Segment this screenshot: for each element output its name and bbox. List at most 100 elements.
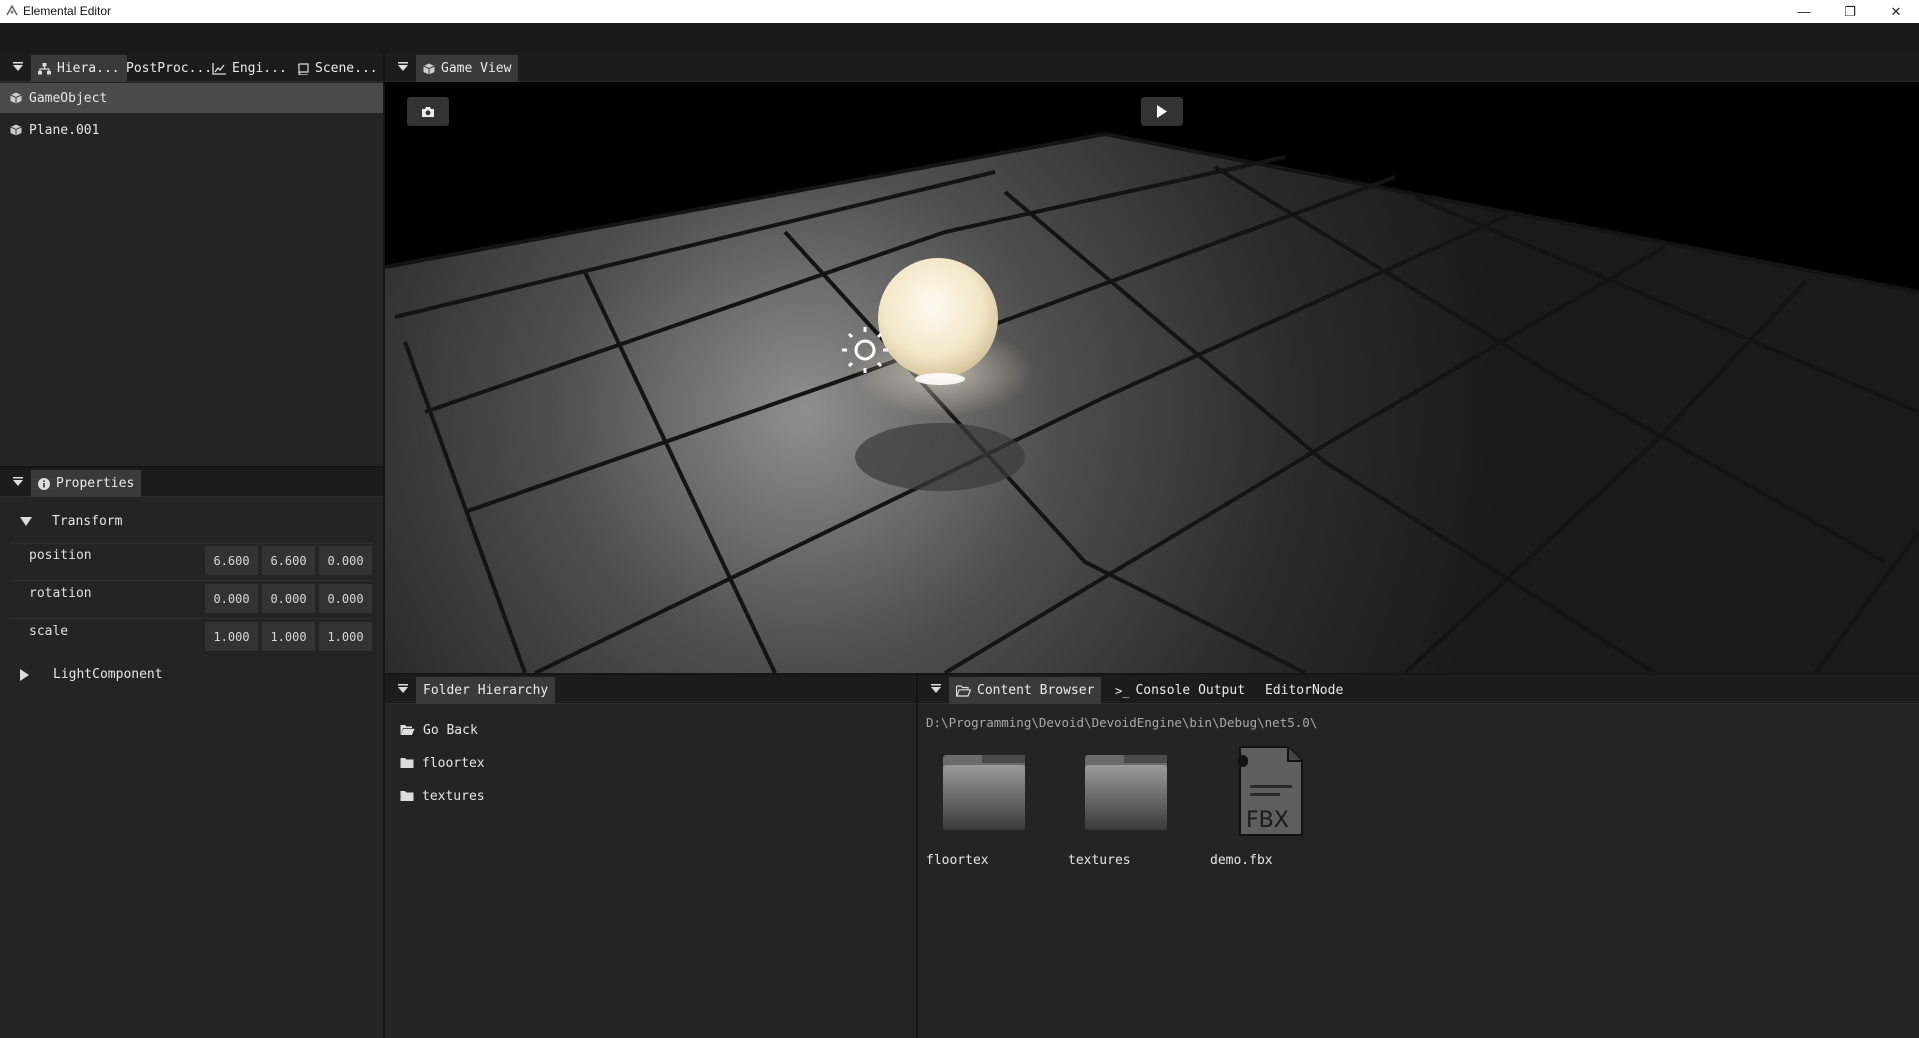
tab-scene-label: Scene... bbox=[315, 61, 378, 76]
tab-console-output[interactable]: >_ Console Output bbox=[1108, 677, 1252, 704]
scale-z-field[interactable]: 1.000 bbox=[319, 622, 372, 651]
divider bbox=[10, 580, 373, 581]
hierarchy-icon bbox=[38, 62, 51, 74]
divider bbox=[10, 618, 373, 619]
folder-item-label: floortex bbox=[422, 755, 485, 771]
tab-content-browser[interactable]: Content Browser bbox=[949, 677, 1102, 704]
folder-open-icon bbox=[956, 684, 971, 697]
camera-icon bbox=[422, 106, 434, 117]
properties-tab-bar: Properties bbox=[0, 468, 383, 497]
game-view-tab-bar: Game View bbox=[385, 53, 1919, 82]
maximize-button[interactable]: ❐ bbox=[1827, 0, 1873, 23]
tab-engine-label: Engi... bbox=[232, 61, 287, 76]
asset-label: textures bbox=[1068, 853, 1131, 868]
collapse-menu-icon[interactable] bbox=[11, 60, 25, 74]
light-component-label: LightComponent bbox=[53, 667, 163, 682]
tab-game-view[interactable]: Game View bbox=[416, 55, 519, 82]
window-title: Elemental Editor bbox=[23, 4, 112, 18]
book-icon bbox=[298, 62, 309, 75]
tab-hierarchy-label: Hiera... bbox=[57, 61, 120, 76]
position-x-field[interactable]: 6.600 bbox=[205, 546, 258, 575]
fbx-badge: FBX bbox=[1246, 808, 1289, 833]
window-title-bar: Elemental Editor — ❐ ✕ bbox=[0, 0, 1919, 23]
position-y-field[interactable]: 6.600 bbox=[262, 546, 315, 575]
position-label: position bbox=[29, 548, 92, 563]
hierarchy-tab-bar: Hiera... PostProc... Engi... Scene... bbox=[0, 53, 383, 82]
cube-icon bbox=[423, 63, 435, 74]
rotation-z-field[interactable]: 0.000 bbox=[319, 584, 372, 613]
minimize-button[interactable]: — bbox=[1781, 0, 1827, 23]
folder-item-textures[interactable]: textures bbox=[400, 784, 485, 808]
folder-thumbnail-icon bbox=[943, 755, 1025, 830]
asset-label: floortex bbox=[926, 853, 989, 868]
menu-bar bbox=[0, 23, 1919, 53]
scale-y-field[interactable]: 1.000 bbox=[262, 622, 315, 651]
hierarchy-item-plane[interactable]: Plane.001 bbox=[0, 115, 383, 145]
tab-game-view-label: Game View bbox=[441, 61, 512, 76]
tab-scene[interactable]: Scene... bbox=[290, 55, 383, 82]
collapse-menu-icon[interactable] bbox=[396, 682, 410, 696]
folder-thumbnail-icon bbox=[1085, 755, 1167, 830]
game-viewport[interactable] bbox=[385, 82, 1919, 673]
rotation-x-field[interactable]: 0.000 bbox=[205, 584, 258, 613]
info-icon bbox=[38, 477, 50, 490]
folder-hierarchy-tab-bar: Folder Hierarchy bbox=[385, 675, 916, 704]
hierarchy-panel: Hiera... PostProc... Engi... Scene... Ga… bbox=[0, 53, 383, 466]
tab-content-browser-label: Content Browser bbox=[977, 683, 1095, 698]
tab-hierarchy[interactable]: Hiera... bbox=[31, 55, 127, 82]
folder-item-label: Go Back bbox=[423, 722, 478, 738]
scene-render bbox=[385, 82, 1919, 673]
tab-editor-node-label: EditorNode bbox=[1265, 683, 1344, 698]
cube-icon bbox=[10, 92, 22, 104]
play-button[interactable] bbox=[1141, 97, 1183, 126]
folder-item-floortex[interactable]: floortex bbox=[400, 751, 485, 775]
tab-postprocessing-label: PostProc... bbox=[126, 61, 213, 76]
hierarchy-item-label: Plane.001 bbox=[29, 122, 100, 138]
asset-floortex[interactable] bbox=[942, 755, 1026, 830]
tab-folder-hierarchy[interactable]: Folder Hierarchy bbox=[416, 677, 556, 704]
close-button[interactable]: ✕ bbox=[1873, 0, 1919, 23]
current-path: D:\Programming\Devoid\DevoidEngine\bin\D… bbox=[926, 715, 1318, 730]
transform-header[interactable]: Transform bbox=[20, 514, 122, 529]
tab-properties-text: Properties bbox=[56, 476, 135, 491]
folder-open-icon bbox=[400, 725, 415, 735]
divider bbox=[10, 543, 373, 544]
scale-x-field[interactable]: 1.000 bbox=[205, 622, 258, 651]
caret-down-icon bbox=[20, 516, 32, 526]
content-browser-panel: Content Browser >_ Console Output Editor… bbox=[918, 675, 1919, 1038]
position-z-field[interactable]: 0.000 bbox=[319, 546, 372, 575]
collapse-menu-icon[interactable] bbox=[929, 682, 943, 696]
folder-item-label: textures bbox=[422, 788, 485, 804]
rotation-label: rotation bbox=[29, 586, 92, 601]
caret-right-icon bbox=[20, 668, 29, 681]
app-logo-icon bbox=[6, 4, 18, 16]
play-icon bbox=[1157, 105, 1167, 118]
folder-icon bbox=[400, 791, 414, 801]
screenshot-button[interactable] bbox=[407, 97, 449, 126]
transform-label: Transform bbox=[52, 514, 123, 529]
asset-textures[interactable] bbox=[1084, 755, 1168, 830]
horizontal-splitter-left[interactable] bbox=[0, 466, 383, 468]
tab-folder-hierarchy-label: Folder Hierarchy bbox=[423, 683, 549, 698]
folder-item-go-back[interactable]: Go Back bbox=[400, 718, 478, 742]
collapse-menu-icon[interactable] bbox=[11, 475, 25, 489]
hierarchy-item-gameobject[interactable]: GameObject bbox=[0, 83, 383, 113]
hierarchy-item-label: GameObject bbox=[29, 90, 108, 106]
asset-demo-fbx[interactable]: FBX bbox=[1238, 745, 1304, 837]
content-browser-tab-bar: Content Browser >_ Console Output Editor… bbox=[918, 675, 1919, 704]
cube-icon bbox=[10, 124, 22, 136]
chart-icon bbox=[212, 62, 226, 75]
tab-properties[interactable]: Properties bbox=[31, 470, 142, 497]
rotation-y-field[interactable]: 0.000 bbox=[262, 584, 315, 613]
folder-icon bbox=[400, 758, 414, 768]
collapse-menu-icon[interactable] bbox=[396, 60, 410, 74]
terminal-icon: >_ bbox=[1115, 683, 1130, 698]
properties-panel: Properties Transform position 6.600 6.60… bbox=[0, 468, 383, 1038]
asset-label: demo.fbx bbox=[1210, 853, 1273, 868]
scale-label: scale bbox=[29, 624, 69, 639]
tab-console-output-label: Console Output bbox=[1135, 683, 1246, 698]
light-component-header[interactable]: LightComponent bbox=[20, 667, 163, 682]
tab-engine[interactable]: Engi... bbox=[205, 55, 294, 82]
tab-editor-node[interactable]: EditorNode bbox=[1258, 677, 1350, 704]
folder-hierarchy-panel: Folder Hierarchy Go Back floortex textur… bbox=[385, 675, 916, 1038]
